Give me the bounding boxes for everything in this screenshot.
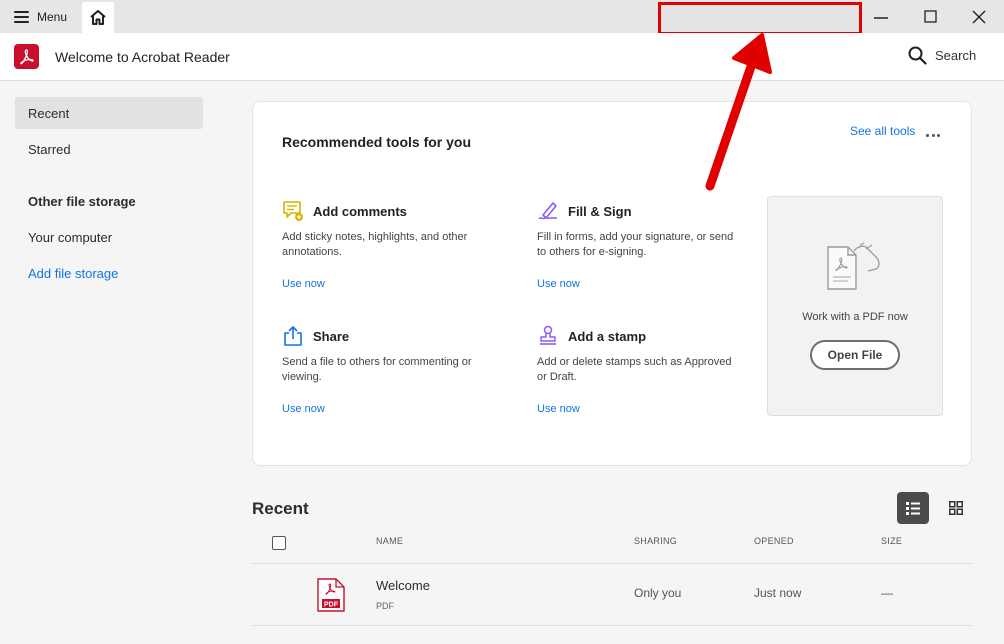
pdf-file-hand-icon <box>827 242 880 290</box>
see-all-tools-link[interactable]: See all tools <box>850 124 915 138</box>
sidebar: Recent Starred Other file storage Your c… <box>0 81 222 644</box>
grid-view-button[interactable] <box>940 492 972 524</box>
list-view-icon <box>906 501 920 515</box>
use-now-link[interactable]: Use now <box>537 278 580 290</box>
more-options-icon[interactable] <box>926 134 940 138</box>
home-icon <box>90 10 106 25</box>
tool-description: Add or delete stamps such as Approved or… <box>537 356 732 383</box>
search-icon <box>908 46 927 65</box>
open-pdf-panel[interactable]: Work with a PDF now Open File <box>767 196 943 416</box>
maximize-icon <box>923 10 937 23</box>
sidebar-item-your-computer[interactable]: Your computer <box>15 221 203 253</box>
grid-view-icon <box>949 501 963 515</box>
use-now-link[interactable]: Use now <box>537 403 580 415</box>
tool-name: Add a stamp <box>568 328 647 344</box>
search-label: Search <box>935 48 977 63</box>
sidebar-heading-other-storage: Other file storage <box>28 193 136 209</box>
table-row[interactable]: PDF Welcome PDF Only you Just now — <box>252 564 972 626</box>
tool-name: Share <box>313 328 350 344</box>
tool-description: Add sticky notes, highlights, and other … <box>282 231 468 258</box>
recommended-tools-title: Recommended tools for you <box>282 134 472 150</box>
work-with-pdf-text: Work with a PDF now <box>802 311 908 323</box>
share-icon <box>284 326 302 346</box>
search-button[interactable]: Search <box>908 46 976 65</box>
file-size: — <box>881 586 893 600</box>
column-header-name[interactable]: NAME <box>376 536 403 546</box>
use-now-link[interactable]: Use now <box>282 403 325 415</box>
close-button[interactable] <box>955 0 1003 33</box>
close-icon <box>972 10 986 23</box>
home-tab[interactable] <box>82 2 114 33</box>
use-now-link[interactable]: Use now <box>282 278 325 290</box>
column-header-sharing[interactable]: SHARING <box>634 536 677 546</box>
annotation-arrow <box>705 33 772 191</box>
acrobat-logo-icon <box>14 44 39 69</box>
recommended-tools-card: Recommended tools for you See all tools … <box>252 101 972 466</box>
column-header-opened[interactable]: OPENED <box>754 536 794 546</box>
menu-button[interactable]: Menu <box>8 4 73 30</box>
tool-name: Add comments <box>313 203 407 219</box>
pdf-file-icon: PDF <box>317 578 345 612</box>
svg-text:PDF: PDF <box>324 602 339 609</box>
tool-add-comments: Add comments Add sticky notes, highlight… <box>282 200 502 290</box>
file-name: Welcome <box>376 578 430 593</box>
hamburger-icon <box>14 11 29 23</box>
tool-share: Share Send a file to others for commenti… <box>282 325 502 415</box>
tool-description: Fill in forms, add your signature, or se… <box>537 231 734 258</box>
tool-fill-sign: Fill & Sign Fill in forms, add your sign… <box>537 200 757 290</box>
page-title: Welcome to Acrobat Reader <box>55 49 230 65</box>
file-type: PDF <box>376 601 394 611</box>
sidebar-item-starred[interactable]: Starred <box>15 133 203 165</box>
column-header-size[interactable]: SIZE <box>881 536 902 546</box>
recent-section-title: Recent <box>252 499 309 518</box>
list-view-button[interactable] <box>897 492 929 524</box>
tool-add-stamp: Add a stamp Add or delete stamps such as… <box>537 325 757 415</box>
comment-icon <box>283 201 303 221</box>
minimize-button[interactable] <box>857 0 905 33</box>
stamp-icon <box>540 325 556 345</box>
file-sharing: Only you <box>634 586 682 600</box>
title-bar: Menu <box>0 0 1004 35</box>
app-header: Welcome to Acrobat Reader Search <box>0 33 1004 81</box>
tool-name: Fill & Sign <box>568 203 632 219</box>
sidebar-item-add-file-storage[interactable]: Add file storage <box>15 257 203 289</box>
tool-description: Send a file to others for commenting or … <box>282 356 472 383</box>
recent-table-header: NAME SHARING OPENED SIZE <box>252 526 972 564</box>
open-file-button[interactable]: Open File <box>810 340 900 370</box>
menu-label: Menu <box>37 10 68 24</box>
maximize-button[interactable] <box>906 0 954 33</box>
sidebar-item-recent[interactable]: Recent <box>15 97 203 129</box>
minimize-icon <box>874 16 888 19</box>
select-all-checkbox[interactable] <box>272 536 286 550</box>
pen-icon <box>538 202 557 220</box>
file-opened: Just now <box>754 586 802 600</box>
